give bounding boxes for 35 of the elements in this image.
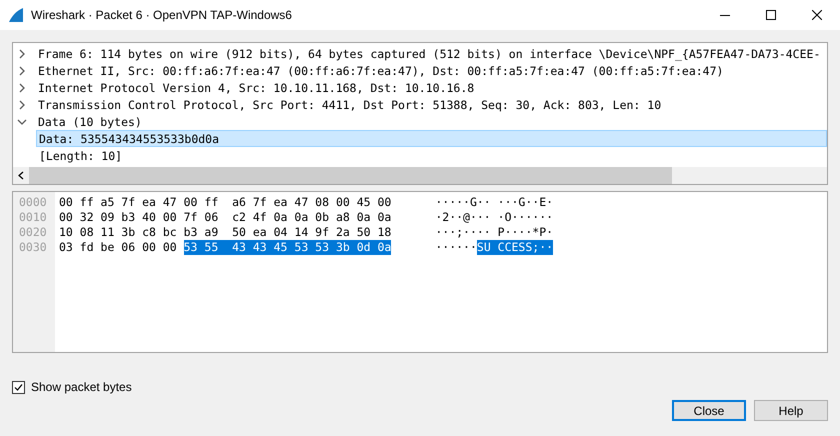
chevron-right-icon[interactable] <box>17 100 27 110</box>
show-bytes-checkbox[interactable] <box>12 380 25 394</box>
ascii-bytes[interactable]: SU CCESS;·· <box>476 240 554 255</box>
offset-label: 0020 <box>18 225 48 240</box>
ascii-bytes[interactable]: ···;···· P····*P· <box>435 225 554 240</box>
chevron-right-icon[interactable] <box>17 48 27 58</box>
close-icon <box>812 10 822 20</box>
tree-item[interactable]: Frame 6: 114 bytes on wire (912 bits), 64 bytes captured (512 bits) on interface \Device\NPF_{A57FEA47-DA73-4CEE- <box>35 45 822 62</box>
chevron-down-icon[interactable] <box>17 116 27 126</box>
offset-label: 0030 <box>18 240 48 255</box>
dialog-button[interactable]: Close <box>672 400 746 421</box>
hex-bytes[interactable]: 53 55 43 43 45 53 53 3b 0d 0a <box>184 240 392 255</box>
tree-item[interactable]: Transmission Control Protocol, Src Port: 4411, Dst Port: 51388, Seq: 30, Ack: 803, Len: 10 <box>35 96 662 113</box>
tree-item[interactable]: Data (10 bytes) <box>35 113 143 130</box>
ascii-bytes[interactable]: ·····G·· ···G··E· <box>435 195 554 210</box>
tree-item[interactable]: Data: 535543434553533b0d0a <box>36 130 827 147</box>
horizontal-scrollbar[interactable] <box>13 167 827 184</box>
tree-item[interactable]: Internet Protocol Version 4, Src: 10.10.11.168, Dst: 10.10.16.8 <box>35 79 476 96</box>
dialog-button[interactable]: Help <box>754 400 828 421</box>
tree-item[interactable]: [Length: 10] <box>36 147 124 164</box>
shark-fin-icon <box>8 8 24 22</box>
checkbox-label: Show packet bytes <box>31 380 132 394</box>
ascii-bytes[interactable]: ·2··@··· ·O······ <box>435 210 554 225</box>
hex-bytes[interactable]: 03 fd be 06 00 00 <box>59 240 184 255</box>
ascii-bytes[interactable]: ······ <box>435 240 477 255</box>
hex-bytes[interactable]: 00 ff a5 7f ea 47 00 ff a6 7f ea 47 08 00 45 00 <box>59 195 392 210</box>
hex-bytes[interactable]: 10 08 11 3b c8 bc b3 a9 50 ea 04 14 9f 2a 50 18 <box>59 225 392 240</box>
offset-label: 0000 <box>18 195 48 210</box>
tree-item[interactable]: Ethernet II, Src: 00:ff:a6:7f:ea:47 (00:ff:a6:7f:ea:47), Dst: 00:ff:a5:7f:ea:47 (00:ff:a5:7f:ea:47) <box>35 62 724 79</box>
chevron-right-icon[interactable] <box>17 82 27 92</box>
chevron-right-icon[interactable] <box>17 66 27 76</box>
maximize-icon <box>766 10 776 20</box>
offset-label: 0010 <box>18 210 48 225</box>
window-title: Wireshark · Packet 6 · OpenVPN TAP-Windows6 <box>31 8 293 22</box>
hex-bytes[interactable]: 00 32 09 b3 40 00 7f 06 c2 4f 0a 0a 0b a8 0a 0a <box>59 210 392 225</box>
